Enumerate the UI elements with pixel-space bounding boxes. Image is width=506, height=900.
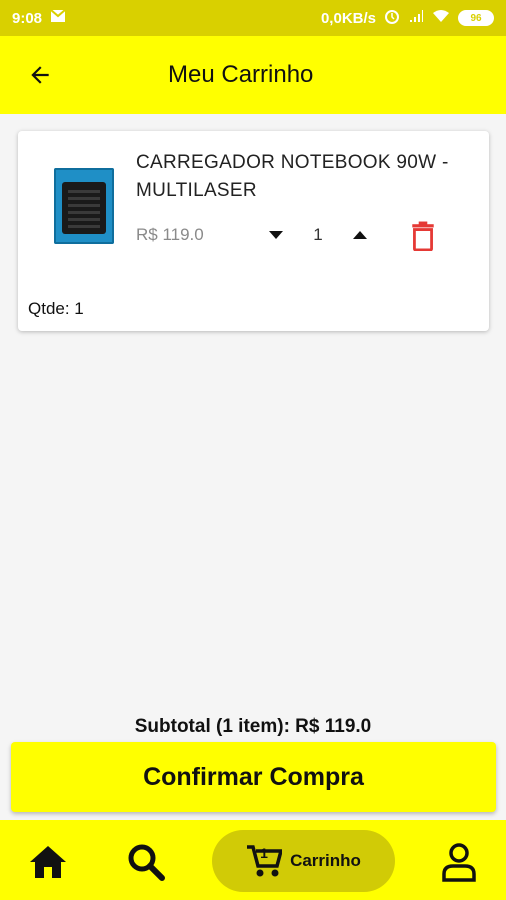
product-image [54,168,114,244]
wifi-icon [432,9,450,27]
search-icon [128,844,165,881]
network-speed: 0,0KB/s [320,9,376,27]
quantity-label: Qtde: 1 [28,299,84,318]
nav-search[interactable] [124,840,168,884]
cart-count-badge: 1 [260,845,268,861]
cart-icon: 1 [246,844,284,878]
decrease-quantity-button[interactable] [266,225,286,245]
user-icon [442,843,476,882]
gmail-icon [50,9,66,27]
status-bar: 9:08 0,0KB/s 96 [0,0,506,36]
battery-icon: 96 [458,10,494,26]
back-button[interactable] [0,36,80,114]
home-icon [30,846,66,878]
arrow-left-icon [31,66,49,84]
product-name: CARREGADOR NOTEBOOK 90W - MULTILASER [136,152,449,201]
app-bar: Meu Carrinho [0,36,506,114]
delete-item-button[interactable] [410,221,436,252]
nav-cart[interactable]: 1 Carrinho [212,830,395,892]
subtotal: Subtotal (1 item): R$ 119.0 [134,716,372,737]
trash-icon [412,221,434,252]
nav-cart-label: Carrinho [290,851,361,870]
confirm-purchase-button[interactable]: Confirmar Compra [11,742,496,812]
caret-down-icon [269,231,283,239]
quantity-stepper: 1 [266,220,370,250]
cart-item-card: CARREGADOR NOTEBOOK 90W - MULTILASER R$ … [18,131,489,331]
status-time: 9:08 [12,9,43,27]
quantity-value: 1 [313,225,323,244]
product-price: R$ 119.0 [136,225,204,244]
nav-home[interactable] [26,840,70,884]
signal-icon [408,9,424,27]
alarm-icon [384,8,400,28]
bottom-navigation: 1 Carrinho [0,820,506,900]
caret-up-icon [353,231,367,239]
nav-profile[interactable] [437,840,481,884]
page-title: Meu Carrinho [168,61,314,88]
increase-quantity-button[interactable] [350,225,370,245]
